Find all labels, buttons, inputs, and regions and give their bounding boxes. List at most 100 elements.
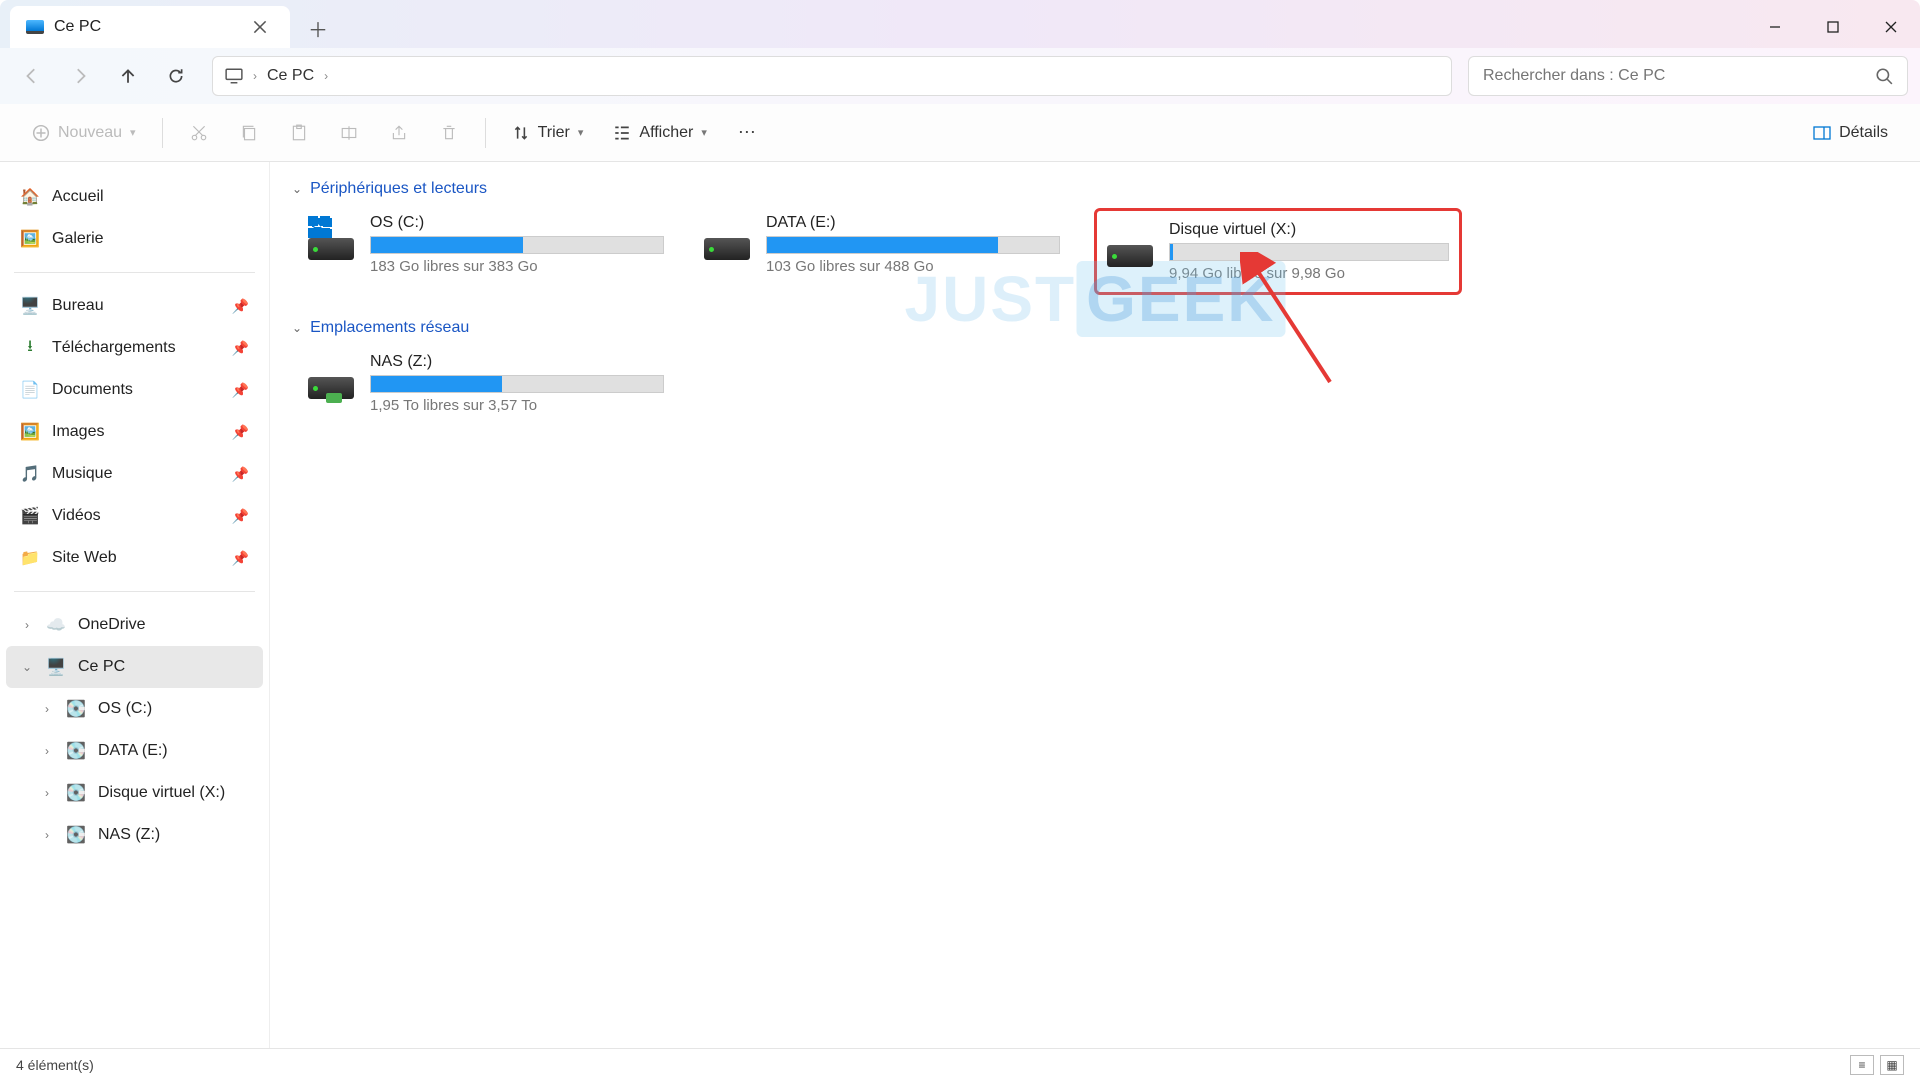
minimize-icon — [1768, 20, 1782, 34]
drive-name: NAS (Z:) — [370, 353, 664, 371]
group-devices-header[interactable]: ⌄ Périphériques et lecteurs — [288, 174, 1902, 208]
drive-os[interactable]: OS (C:) 183 Go libres sur 383 Go — [302, 208, 670, 295]
drive-usage-bar — [370, 375, 664, 393]
explorer-window: Ce PC ＋ › Ce PC › No — [0, 0, 1920, 1080]
arrow-right-icon — [71, 67, 89, 85]
pin-icon: 📌 — [232, 508, 249, 525]
tab-ce-pc[interactable]: Ce PC — [10, 6, 290, 48]
new-tab-button[interactable]: ＋ — [298, 8, 338, 48]
network-drives-grid: NAS (Z:) 1,95 To libres sur 3,57 To — [288, 347, 1902, 420]
sidebar-videos[interactable]: 🎬 Vidéos 📌 — [6, 495, 263, 537]
new-button[interactable]: Nouveau ▾ — [20, 113, 148, 153]
sidebar-drive-nas[interactable]: › 💽 NAS (Z:) — [6, 814, 263, 856]
network-drive-icon — [308, 363, 356, 399]
sort-button[interactable]: Trier ▾ — [500, 113, 596, 153]
content-area[interactable]: JUSTGEEK ⌄ Périphériques et lecteurs OS … — [270, 162, 1920, 1048]
chevron-right-icon: › — [324, 69, 328, 83]
copy-button[interactable] — [227, 113, 271, 153]
paste-button[interactable] — [277, 113, 321, 153]
sidebar-drive-os[interactable]: › 💽 OS (C:) — [6, 688, 263, 730]
sidebar-downloads[interactable]: ⭳ Téléchargements 📌 — [6, 327, 263, 369]
chevron-down-icon[interactable]: ⌄ — [20, 660, 34, 674]
drive-space: 103 Go libres sur 488 Go — [766, 258, 1060, 275]
minimize-button[interactable] — [1746, 6, 1804, 48]
pin-icon: 📌 — [232, 424, 249, 441]
sidebar-music[interactable]: 🎵 Musique 📌 — [6, 453, 263, 495]
separator — [485, 118, 486, 148]
drive-info: OS (C:) 183 Go libres sur 383 Go — [370, 214, 664, 289]
drive-space: 183 Go libres sur 383 Go — [370, 258, 664, 275]
video-icon: 🎬 — [20, 506, 40, 526]
toolbar: Nouveau ▾ Trier ▾ Afficher ▾ ⋯ Détails — [0, 104, 1920, 162]
maximize-button[interactable] — [1804, 6, 1862, 48]
address-bar: › Ce PC › — [0, 48, 1920, 104]
plus-circle-icon — [32, 124, 50, 142]
drive-name: DATA (E:) — [766, 214, 1060, 232]
sidebar-label: Téléchargements — [52, 339, 176, 357]
close-icon — [1884, 20, 1898, 34]
gallery-icon: 🖼️ — [20, 229, 40, 249]
close-icon — [251, 18, 269, 36]
sidebar-drive-data[interactable]: › 💽 DATA (E:) — [6, 730, 263, 772]
view-list-button[interactable]: ≡ — [1850, 1055, 1874, 1075]
more-button[interactable]: ⋯ — [725, 113, 769, 153]
search-icon — [1875, 67, 1893, 85]
group-title: Emplacements réseau — [310, 319, 469, 337]
rename-icon — [340, 124, 358, 142]
chevron-right-icon[interactable]: › — [40, 786, 54, 800]
drive-nas[interactable]: NAS (Z:) 1,95 To libres sur 3,57 To — [302, 347, 670, 420]
nav-refresh-button[interactable] — [156, 56, 196, 96]
sidebar-this-pc[interactable]: ⌄ 🖥️ Ce PC — [6, 646, 263, 688]
chevron-right-icon[interactable]: › — [40, 828, 54, 842]
sidebar-onedrive[interactable]: › ☁️ OneDrive — [6, 604, 263, 646]
sidebar-drive-virtual[interactable]: › 💽 Disque virtuel (X:) — [6, 772, 263, 814]
delete-button[interactable] — [427, 113, 471, 153]
nav-back-button[interactable] — [12, 56, 52, 96]
sidebar-desktop[interactable]: 🖥️ Bureau 📌 — [6, 285, 263, 327]
drive-virtual-highlighted[interactable]: Disque virtuel (X:) 9,94 Go libres sur 9… — [1094, 208, 1462, 295]
rename-button[interactable] — [327, 113, 371, 153]
sidebar[interactable]: 🏠 Accueil 🖼️ Galerie 🖥️ Bureau 📌 ⭳ Téléc… — [0, 162, 270, 1048]
search-input[interactable] — [1483, 67, 1865, 85]
cut-button[interactable] — [177, 113, 221, 153]
chevron-down-icon: ▾ — [130, 126, 136, 139]
drive-icon: 💽 — [66, 783, 86, 803]
close-window-button[interactable] — [1862, 6, 1920, 48]
view-button[interactable]: Afficher ▾ — [601, 113, 718, 153]
group-title: Périphériques et lecteurs — [310, 180, 487, 198]
chevron-right-icon: › — [253, 69, 257, 83]
music-icon: 🎵 — [20, 464, 40, 484]
nav-forward-button[interactable] — [60, 56, 100, 96]
sidebar-label: Disque virtuel (X:) — [98, 784, 225, 802]
sidebar-documents[interactable]: 📄 Documents 📌 — [6, 369, 263, 411]
chevron-right-icon[interactable]: › — [40, 702, 54, 716]
refresh-icon — [167, 67, 185, 85]
paste-icon — [290, 124, 308, 142]
details-pane-button[interactable]: Détails — [1801, 113, 1900, 153]
drive-icon: 💽 — [66, 741, 86, 761]
sidebar-images[interactable]: 🖼️ Images 📌 — [6, 411, 263, 453]
images-icon: 🖼️ — [20, 422, 40, 442]
drive-usage-bar — [1169, 243, 1449, 261]
sidebar-label: Galerie — [52, 230, 104, 248]
drive-icon — [704, 224, 752, 260]
sidebar-label: OneDrive — [78, 616, 146, 634]
group-network-header[interactable]: ⌄ Emplacements réseau — [288, 313, 1902, 347]
share-button[interactable] — [377, 113, 421, 153]
titlebar: Ce PC ＋ — [0, 0, 1920, 48]
sidebar-label: OS (C:) — [98, 700, 152, 718]
view-grid-button[interactable]: ▦ — [1880, 1055, 1904, 1075]
sidebar-siteweb[interactable]: 📁 Site Web 📌 — [6, 537, 263, 579]
sidebar-gallery[interactable]: 🖼️ Galerie — [6, 218, 263, 260]
chevron-right-icon[interactable]: › — [40, 744, 54, 758]
tab-close-button[interactable] — [246, 13, 274, 41]
chevron-right-icon[interactable]: › — [20, 618, 34, 632]
nav-up-button[interactable] — [108, 56, 148, 96]
address-path[interactable]: › Ce PC › — [212, 56, 1452, 96]
search-box[interactable] — [1468, 56, 1908, 96]
drive-data[interactable]: DATA (E:) 103 Go libres sur 488 Go — [698, 208, 1066, 295]
chevron-down-icon: ▾ — [701, 126, 707, 139]
sidebar-home[interactable]: 🏠 Accueil — [6, 176, 263, 218]
item-count: 4 élément(s) — [16, 1057, 94, 1073]
breadcrumb-segment[interactable]: Ce PC — [267, 67, 314, 85]
